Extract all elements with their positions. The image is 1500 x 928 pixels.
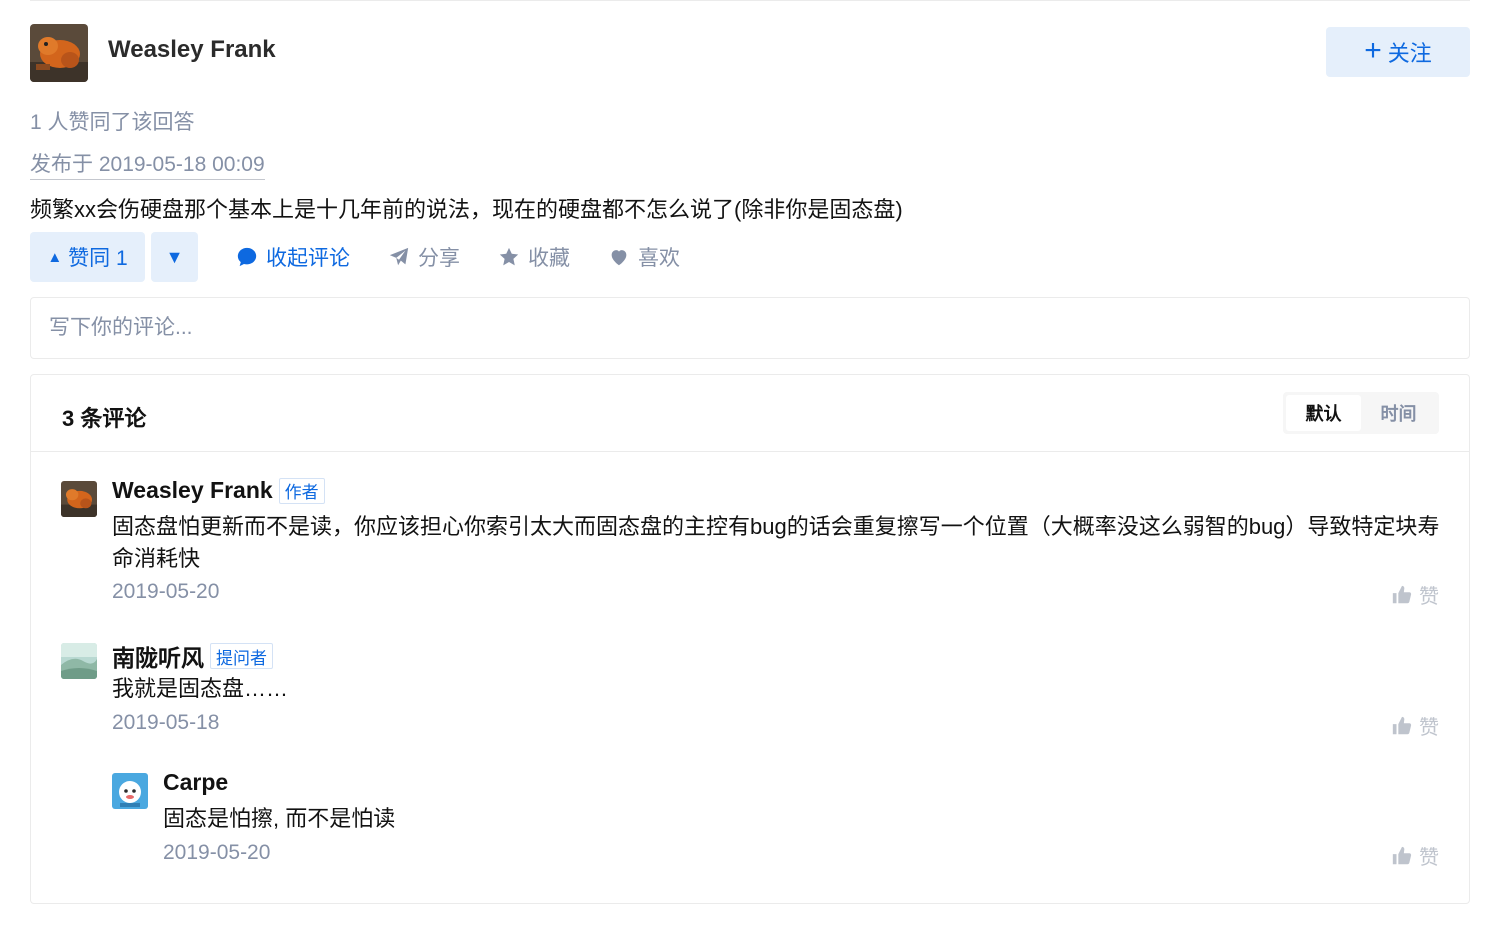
sort-time-tab[interactable]: 时间 (1361, 395, 1436, 431)
follow-label: 关注 (1387, 41, 1432, 66)
comment-author-line: 南陇听风 提问者 (112, 639, 273, 673)
comment-date: 2019-05-20 (112, 580, 220, 603)
comment-like-button[interactable]: 赞 (1391, 711, 1439, 740)
sort-default-tab[interactable]: 默认 (1286, 395, 1361, 431)
star-icon (499, 247, 519, 266)
comment-author-name[interactable]: Weasley Frank (112, 477, 273, 504)
downvote-button[interactable]: ▼ (151, 232, 198, 282)
top-divider (30, 0, 1470, 1)
comment-author-line: Carpe (163, 769, 228, 796)
share-button[interactable]: 分享 (388, 242, 460, 272)
publish-time[interactable]: 发布于 2019-05-18 00:09 (30, 148, 265, 180)
comments-header: 3 条评论 默认 时间 (31, 375, 1469, 452)
comment-item: Weasley Frank 作者 固态盘怕更新而不是读，你应该担心你索引太大而固… (61, 477, 1440, 611)
action-bar: ▲ 赞同 1 ▼ 收起评论 分享 收藏 喜欢 (30, 232, 680, 282)
heart-icon (611, 250, 627, 266)
comment-author-name[interactable]: Carpe (163, 769, 228, 796)
comment-author-line: Weasley Frank 作者 (112, 477, 325, 504)
follow-button[interactable]: + 关注 (1326, 27, 1470, 77)
paper-plane-icon (389, 247, 409, 266)
comment-text: 我就是固态盘…… (112, 676, 289, 701)
comment-text: 固态是怕擦, 而不是怕读 (163, 806, 396, 831)
like-button[interactable]: 喜欢 (608, 242, 680, 272)
thumbs-up-icon (1392, 585, 1412, 603)
share-label: 分享 (418, 247, 460, 270)
comment-item: 南陇听风 提问者 我就是固态盘…… 2019-05-18 赞 (61, 643, 1439, 743)
collapse-comments-button[interactable]: 收起评论 (236, 242, 350, 272)
thumbs-up-icon (1392, 716, 1412, 734)
favorite-button[interactable]: 收藏 (498, 242, 570, 272)
author-avatar[interactable] (30, 24, 88, 82)
comment-text: 固态盘怕更新而不是读，你应该担心你索引太大而固态盘的主控有bug的话会重复擦写一… (112, 514, 1440, 571)
author-tag-badge: 作者 (278, 477, 325, 504)
comment-date: 2019-05-18 (112, 711, 220, 734)
comment-like-label: 赞 (1419, 586, 1439, 608)
comment-input-box (30, 297, 1470, 359)
comments-panel: 3 条评论 默认 时间 Weasley Frank 作者 固态盘怕更新而不是读，… (30, 374, 1470, 904)
comment-like-button[interactable]: 赞 (1391, 841, 1439, 870)
comment-like-label: 赞 (1419, 847, 1439, 869)
upvote-label: 赞同 1 (68, 247, 128, 270)
thumbs-up-icon (1392, 846, 1412, 864)
upvote-button[interactable]: ▲ 赞同 1 (30, 232, 145, 282)
comment-author-name[interactable]: 南陇听风 (112, 639, 204, 673)
avatar[interactable] (61, 643, 97, 679)
like-label: 喜欢 (638, 247, 680, 270)
triangle-down-icon: ▼ (165, 246, 184, 267)
avatar[interactable] (61, 481, 97, 517)
comment-input[interactable] (31, 298, 1469, 358)
favorite-label: 收藏 (528, 247, 570, 270)
comment-bubble-icon (237, 247, 257, 267)
author-header: Weasley Frank + 关注 (30, 24, 1470, 82)
comments-count-title: 3 条评论 (62, 406, 147, 431)
sort-toggle: 默认 时间 (1283, 392, 1439, 434)
comment-reply-item: Carpe 固态是怕擦, 而不是怕读 2019-05-20 赞 (112, 769, 1439, 873)
author-name[interactable]: Weasley Frank (108, 36, 276, 64)
vote-count-text: 1 人赞同了该回答 (30, 111, 195, 134)
avatar[interactable] (112, 773, 148, 809)
comment-date: 2019-05-20 (163, 841, 271, 864)
collapse-comments-label: 收起评论 (266, 247, 350, 270)
triangle-up-icon: ▲ (47, 248, 63, 266)
answer-content: 频繁xx会伤硬盘那个基本上是十几年前的说法，现在的硬盘都不怎么说了(除非你是固态… (30, 197, 903, 222)
asker-tag-badge: 提问者 (210, 643, 273, 669)
comment-like-label: 赞 (1419, 717, 1439, 739)
comment-like-button[interactable]: 赞 (1391, 580, 1439, 609)
plus-icon: + (1364, 33, 1382, 67)
